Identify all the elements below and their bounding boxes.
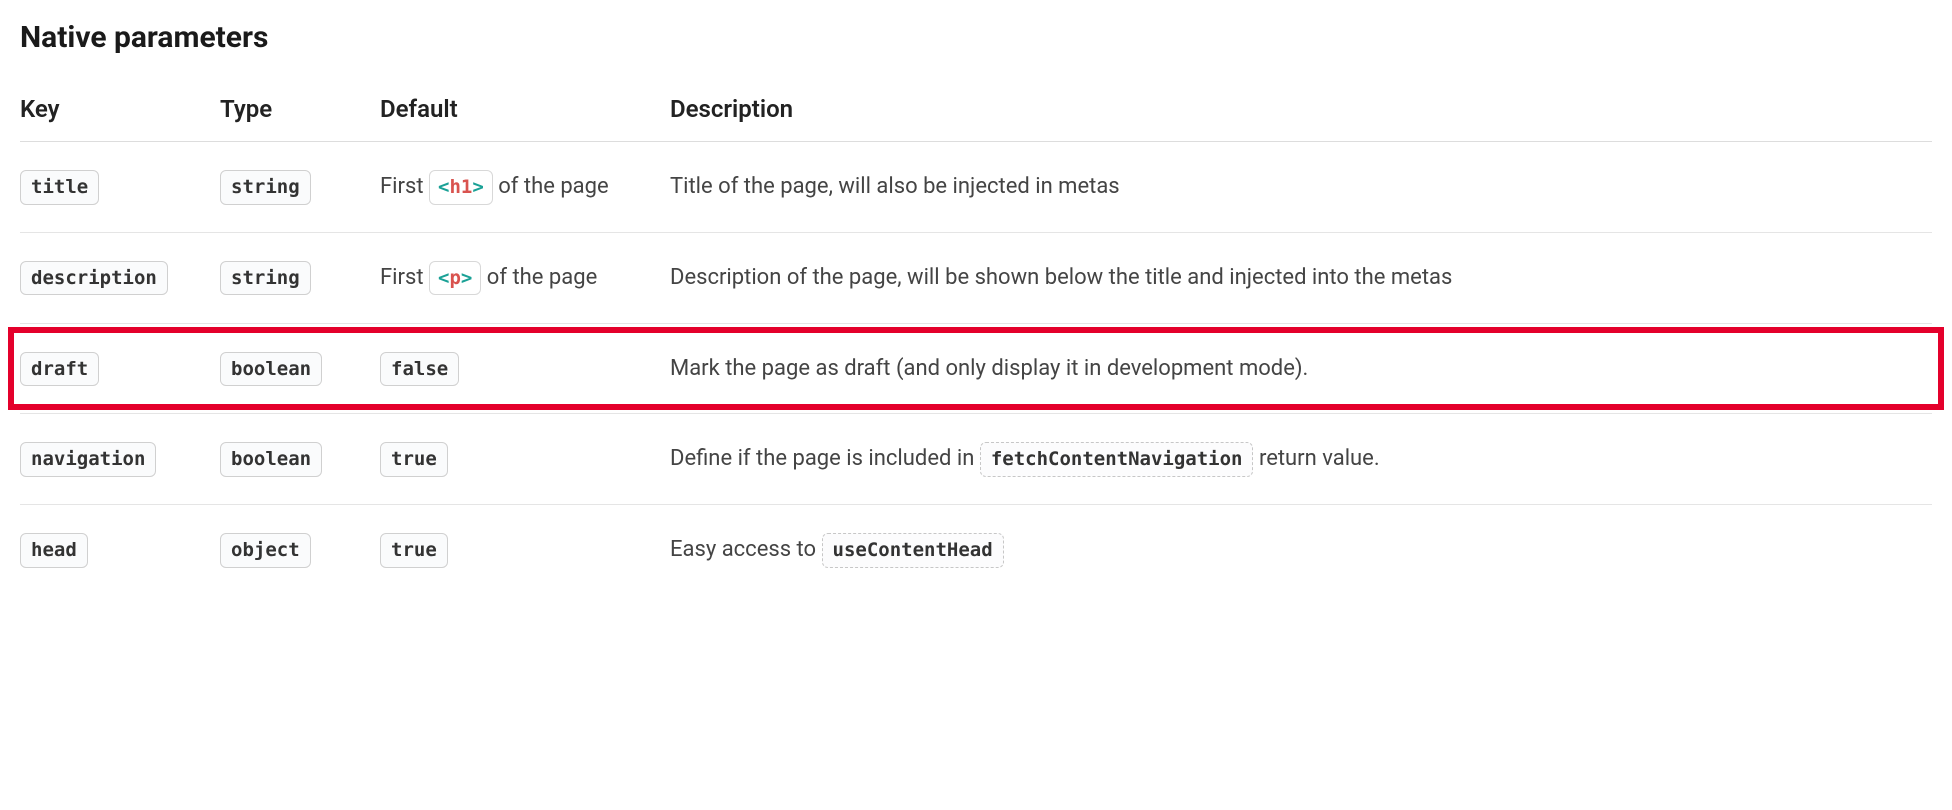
table-row: navigation boolean true Define if the page … <box>20 414 1932 505</box>
table-row: head object true Easy access to useContentH… <box>20 505 1932 595</box>
default-text-prefix: First <box>380 174 429 199</box>
desc-text-suffix: return value. <box>1253 446 1379 471</box>
html-tag-badge: <p> <box>429 261 481 296</box>
parameters-table: Key Type Default Description title string… <box>20 83 1932 595</box>
param-type-badge: string <box>220 170 311 205</box>
param-default: true <box>380 414 670 505</box>
param-description: Define if the page is included in fetchC… <box>670 414 1932 505</box>
param-type-badge: boolean <box>220 352 322 387</box>
param-key-badge: description <box>20 261 168 296</box>
param-default: First <h1> of the page <box>380 142 670 233</box>
param-description: Title of the page, will also be injected… <box>670 142 1932 233</box>
param-default: true <box>380 505 670 595</box>
default-text-suffix: of the page <box>481 265 597 290</box>
default-text-prefix: First <box>380 265 429 290</box>
table-row: descriptionstringFirst <p> of the pageDe… <box>20 232 1932 323</box>
col-header-default: Default <box>380 83 670 142</box>
default-text-suffix: of the page <box>493 174 609 199</box>
param-key-badge: navigation <box>20 442 156 477</box>
param-type-badge: boolean <box>220 442 322 477</box>
param-default-badge: false <box>380 352 459 387</box>
param-description: Description of the page, will be shown b… <box>670 232 1932 323</box>
param-description: Mark the page as draft (and only display… <box>670 323 1932 414</box>
col-header-key: Key <box>20 83 220 142</box>
html-tag-badge: <h1> <box>429 170 493 205</box>
col-header-description: Description <box>670 83 1932 142</box>
desc-text-prefix: Easy access to <box>670 537 822 562</box>
param-default-badge: true <box>380 442 448 477</box>
param-default: First <p> of the page <box>380 232 670 323</box>
col-header-type: Type <box>220 83 380 142</box>
param-key-badge: draft <box>20 352 99 387</box>
param-type-badge: string <box>220 261 311 296</box>
desc-text-prefix: Define if the page is included in <box>670 446 980 471</box>
param-key-badge: head <box>20 533 88 568</box>
param-type-badge: object <box>220 533 311 568</box>
table-row: draft boolean false Mark the page as draft … <box>20 323 1932 414</box>
param-default-badge: true <box>380 533 448 568</box>
table-row: titlestringFirst <h1> of the pageTitle o… <box>20 142 1932 233</box>
inline-code-badge: fetchContentNavigation <box>980 442 1254 477</box>
param-default: false <box>380 323 670 414</box>
param-description: Easy access to useContentHead <box>670 505 1932 595</box>
section-heading: Native parameters <box>20 20 1932 55</box>
inline-code-badge: useContentHead <box>822 533 1004 568</box>
param-key-badge: title <box>20 170 99 205</box>
